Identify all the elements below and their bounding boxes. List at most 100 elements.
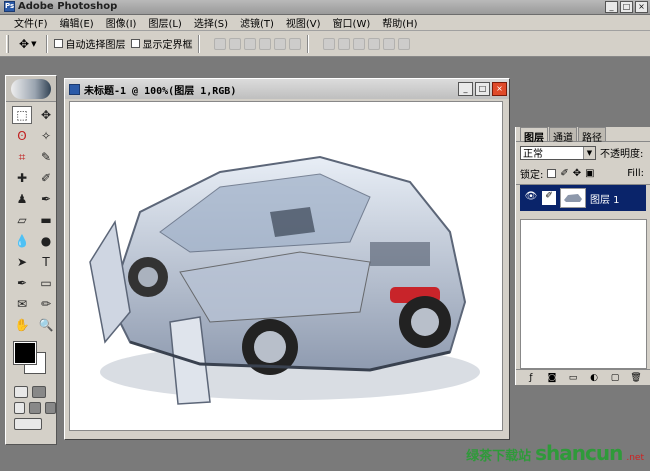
- auto-select-layer-checkbox[interactable]: 自动选择图层: [54, 36, 125, 51]
- jump-to-row: [6, 418, 56, 430]
- menu-layer[interactable]: 图层(L): [148, 15, 181, 30]
- pen-tool-icon[interactable]: ✒: [12, 274, 32, 292]
- options-separator: [46, 34, 49, 53]
- align-vcenter-icon[interactable]: [229, 37, 242, 50]
- tab-paths[interactable]: 路径: [578, 127, 606, 144]
- shape-tool-icon[interactable]: ▭: [36, 274, 56, 292]
- distribute-left-icon[interactable]: [368, 37, 381, 50]
- options-grip[interactable]: [6, 34, 9, 53]
- distribute-bottom-icon[interactable]: [353, 37, 366, 50]
- document-title: 未标题-1 @ 100%(图层 1,RGB): [84, 85, 237, 97]
- lock-move-icon[interactable]: ✥: [573, 168, 581, 179]
- auto-select-checkbox-box[interactable]: [54, 39, 64, 48]
- align-left-icon[interactable]: [259, 37, 272, 50]
- notes-tool-icon[interactable]: ✉: [12, 295, 32, 313]
- doc-minimize-button[interactable]: _: [458, 82, 473, 96]
- maximize-button[interactable]: □: [620, 1, 633, 13]
- magic-wand-tool-icon[interactable]: ✧: [36, 127, 56, 145]
- dodge-tool-icon[interactable]: ●: [36, 232, 56, 250]
- slice-tool-icon[interactable]: ✎: [36, 148, 56, 166]
- menu-help[interactable]: 帮助(H): [382, 15, 417, 30]
- foreground-color-swatch[interactable]: [13, 341, 37, 365]
- lock-brush-icon[interactable]: ✐: [560, 168, 568, 179]
- fill-label: Fill:: [627, 168, 644, 179]
- layer-style-icon[interactable]: ƒ: [525, 372, 537, 384]
- doc-maximize-button[interactable]: □: [475, 82, 490, 96]
- close-button[interactable]: ×: [635, 1, 648, 13]
- blend-row: 正常 ▼ 不透明度:: [516, 142, 650, 163]
- distribute-top-icon[interactable]: [323, 37, 336, 50]
- menu-window[interactable]: 窗口(W): [333, 15, 371, 30]
- gradient-tool-icon[interactable]: ▬: [36, 211, 56, 229]
- full-screen-menu-icon[interactable]: [29, 402, 41, 414]
- tool-preset-picker[interactable]: ✥ ▼: [15, 37, 40, 51]
- distribute-buttons: [323, 37, 411, 50]
- document-icon: [69, 83, 80, 95]
- menu-filter[interactable]: 滤镜(T): [240, 15, 274, 30]
- watermark-net: .net: [626, 453, 644, 463]
- eraser-tool-icon[interactable]: ▱: [12, 211, 32, 229]
- show-bounding-box-checkbox[interactable]: 显示定界框: [131, 36, 192, 51]
- watermark-en: shancun: [535, 441, 623, 465]
- quick-mask-mode-icon[interactable]: [32, 386, 46, 398]
- menu-edit[interactable]: 编辑(E): [60, 15, 94, 30]
- eyedropper-tool-icon[interactable]: ✏: [36, 295, 56, 313]
- brush-link-icon[interactable]: ✐: [542, 191, 556, 205]
- window-controls: _ □ ×: [605, 1, 648, 13]
- align-hcenter-icon[interactable]: [274, 37, 287, 50]
- eye-icon[interactable]: 👁: [524, 191, 538, 205]
- trash-icon[interactable]: 🗑: [630, 372, 642, 384]
- toolbox-header[interactable]: [6, 76, 56, 102]
- move-tool-icon: ✥: [19, 36, 30, 51]
- toolbox: ⬚ ✥ ʘ ✧ ⌗ ✎ ✚ ✐ ♟ ✒ ▱ ▬ 💧 ● ➤ T ✒ ▭ ✉ ✏ …: [5, 75, 57, 445]
- show-bounds-checkbox-box[interactable]: [131, 39, 141, 48]
- minimize-button[interactable]: _: [605, 1, 618, 13]
- blend-mode-select[interactable]: 正常 ▼: [520, 145, 596, 160]
- lock-all-icon[interactable]: ▣: [585, 168, 594, 179]
- tab-channels[interactable]: 通道: [549, 127, 577, 144]
- lock-row: 锁定: ✐ ✥ ▣ Fill:: [516, 163, 650, 185]
- standard-screen-icon[interactable]: [14, 402, 26, 414]
- crop-tool-icon[interactable]: ⌗: [12, 148, 32, 166]
- new-set-icon[interactable]: ▭: [567, 372, 579, 384]
- menu-file[interactable]: 文件(F): [14, 15, 48, 30]
- jump-to-imageready-icon[interactable]: [14, 418, 42, 430]
- clone-stamp-tool-icon[interactable]: ♟: [12, 190, 32, 208]
- standard-mode-icon[interactable]: [14, 386, 28, 398]
- align-right-icon[interactable]: [289, 37, 302, 50]
- align-bottom-icon[interactable]: [244, 37, 257, 50]
- distribute-hcenter-icon[interactable]: [383, 37, 396, 50]
- lock-transparency-checkbox[interactable]: [547, 169, 557, 178]
- distribute-right-icon[interactable]: [398, 37, 411, 50]
- doc-close-button[interactable]: ×: [492, 82, 507, 96]
- watermark-cn: 绿茶下载站: [466, 449, 532, 464]
- blur-tool-icon[interactable]: 💧: [12, 232, 32, 250]
- distribute-vcenter-icon[interactable]: [338, 37, 351, 50]
- layer-row[interactable]: 👁 ✐ 图层 1: [520, 185, 646, 211]
- watermark: 绿茶下载站 shancun .net: [466, 441, 644, 465]
- tab-layers[interactable]: 图层: [520, 127, 548, 144]
- menu-image[interactable]: 图像(I): [106, 15, 137, 30]
- tool-grid: ⬚ ✥ ʘ ✧ ⌗ ✎ ✚ ✐ ♟ ✒ ▱ ▬ 💧 ● ➤ T ✒ ▭ ✉ ✏ …: [6, 102, 56, 334]
- align-buttons: [214, 37, 302, 50]
- brush-tool-icon[interactable]: ✐: [36, 169, 56, 187]
- adjustment-layer-icon[interactable]: ◐: [588, 372, 600, 384]
- healing-brush-tool-icon[interactable]: ✚: [12, 169, 32, 187]
- new-layer-icon[interactable]: ▢: [609, 372, 621, 384]
- zoom-tool-icon[interactable]: 🔍: [36, 316, 56, 334]
- menu-select[interactable]: 选择(S): [194, 15, 228, 30]
- panel-tabs: 图层 通道 路径: [516, 127, 650, 144]
- path-select-tool-icon[interactable]: ➤: [12, 253, 32, 271]
- type-tool-icon[interactable]: T: [36, 253, 56, 271]
- menu-view[interactable]: 视图(V): [286, 15, 321, 30]
- document-canvas[interactable]: [69, 101, 503, 431]
- move-tool-icon[interactable]: ✥: [36, 106, 56, 124]
- full-screen-icon[interactable]: [44, 402, 56, 414]
- marquee-tool-icon[interactable]: ⬚: [12, 106, 32, 124]
- lasso-tool-icon[interactable]: ʘ: [12, 127, 32, 145]
- hand-tool-icon[interactable]: ✋: [12, 316, 32, 334]
- history-brush-tool-icon[interactable]: ✒: [36, 190, 56, 208]
- document-titlebar[interactable]: 未标题-1 @ 100%(图层 1,RGB): [65, 79, 509, 99]
- layer-mask-icon[interactable]: ◙: [546, 372, 558, 384]
- align-top-icon[interactable]: [214, 37, 227, 50]
